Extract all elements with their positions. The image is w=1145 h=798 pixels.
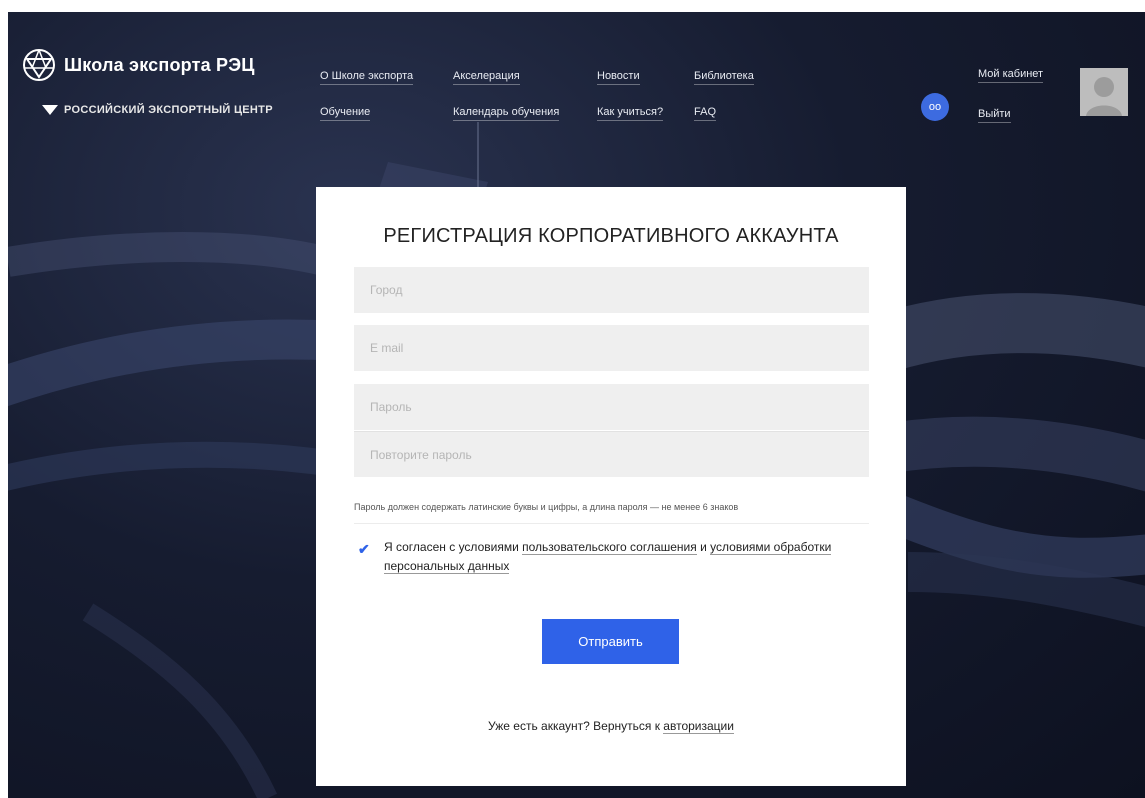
city-field[interactable] bbox=[354, 267, 869, 313]
login-link[interactable]: авторизации bbox=[663, 719, 734, 734]
password-hint: Пароль должен содержать латинские буквы … bbox=[354, 502, 739, 512]
agree-middle: и bbox=[696, 540, 711, 554]
logo-globe-icon bbox=[23, 49, 55, 81]
login-prompt: Уже есть аккаунт? Вернуться к авторизаци… bbox=[316, 719, 906, 734]
nav-news[interactable]: Новости bbox=[597, 70, 640, 85]
logo-subtitle: РОССИЙСКИЙ ЭКСПОРТНЫЙ ЦЕНТР bbox=[42, 104, 273, 116]
logout-link[interactable]: Выйти bbox=[978, 108, 1011, 123]
submit-button[interactable]: Отправить bbox=[542, 619, 679, 664]
user-silhouette-icon bbox=[1086, 77, 1122, 116]
password-field[interactable] bbox=[354, 384, 869, 430]
nav-about[interactable]: О Школе экспорта bbox=[320, 70, 414, 85]
agree-text: Я согласен с условиями пользовательского… bbox=[384, 538, 854, 576]
agree-prefix: Я согласен с условиями bbox=[384, 540, 523, 554]
page-background: Школа экспорта РЭЦ РОССИЙСКИЙ ЭКСПОРТНЫЙ… bbox=[8, 12, 1145, 798]
divider bbox=[354, 523, 869, 524]
agree-checkbox[interactable]: ✔ bbox=[358, 542, 372, 556]
my-cabinet-link[interactable]: Мой кабинет bbox=[978, 68, 1044, 83]
nav-how-to-study[interactable]: Как учиться? bbox=[597, 106, 664, 121]
triangle-icon bbox=[42, 105, 58, 115]
nav-calendar[interactable]: Календарь обучения bbox=[453, 106, 560, 121]
cabinet-icon[interactable]: oo bbox=[921, 93, 949, 121]
site-logo[interactable]: Школа экспорта РЭЦ bbox=[22, 48, 255, 82]
logo-subtitle-text: РОССИЙСКИЙ ЭКСПОРТНЫЙ ЦЕНТР bbox=[64, 104, 273, 116]
user-agreement-link[interactable]: пользовательского соглашения bbox=[522, 540, 697, 555]
nav-library[interactable]: Библиотека bbox=[694, 70, 754, 85]
nav-faq[interactable]: FAQ bbox=[694, 106, 717, 121]
logo-title: Школа экспорта РЭЦ bbox=[64, 54, 255, 75]
repeat-password-field[interactable] bbox=[354, 431, 869, 477]
registration-card: РЕГИСТРАЦИЯ КОРПОРАТИВНОГО АККАУНТА Паро… bbox=[316, 187, 906, 786]
have-account-text: Уже есть аккаунт? Вернуться к bbox=[488, 719, 664, 733]
page-title: РЕГИСТРАЦИЯ КОРПОРАТИВНОГО АККАУНТА bbox=[383, 225, 839, 247]
email-field[interactable] bbox=[354, 325, 869, 371]
nav-acceleration[interactable]: Акселерация bbox=[453, 70, 520, 85]
avatar[interactable] bbox=[1080, 68, 1128, 116]
nav-training[interactable]: Обучение bbox=[320, 106, 371, 121]
checkmark-icon: ✔ bbox=[358, 541, 370, 557]
